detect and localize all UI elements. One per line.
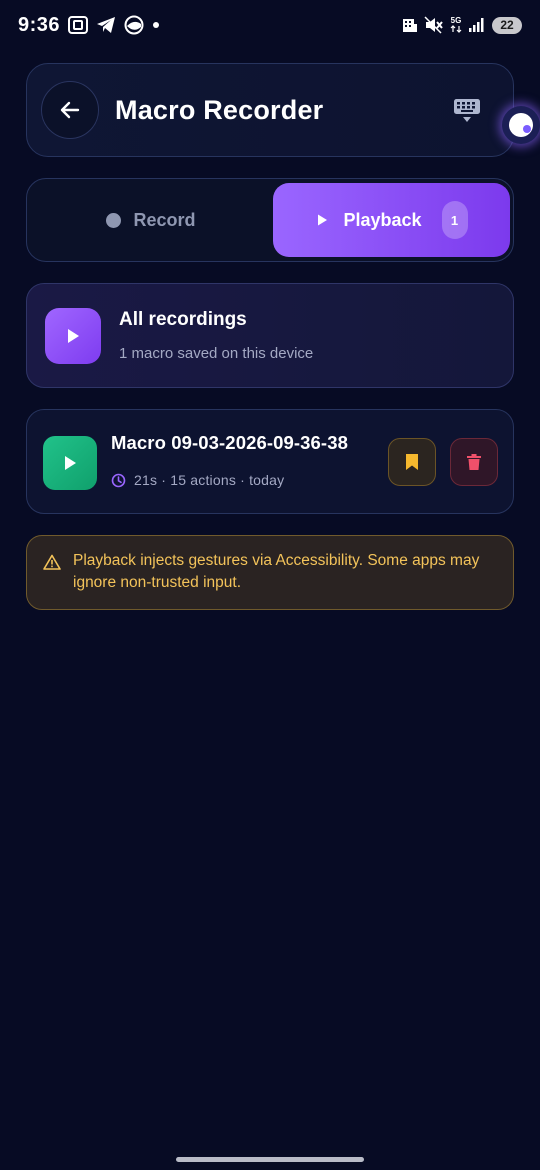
warning-text: Playback injects gestures via Accessibil… (73, 552, 480, 591)
tab-record[interactable]: Record (31, 183, 271, 257)
all-recordings-card[interactable]: All recordings 1 macro saved on this dev… (26, 283, 514, 388)
page-title: Macro Recorder (115, 94, 324, 125)
status-bar: 9:36 5G 22 (0, 0, 540, 50)
signal-icon (468, 17, 486, 33)
macro-list-item[interactable]: Macro 09-03-2026-09-36-38 21s · 15 actio… (26, 409, 514, 514)
clock-icon (111, 473, 126, 488)
warning-banner: Playback injects gestures via Accessibil… (26, 535, 514, 610)
macro-name: Macro 09-03-2026-09-36-38 (111, 432, 348, 453)
telegram-icon (96, 16, 116, 34)
tab-playback-label: Playback (343, 209, 422, 230)
battery-indicator: 22 (492, 16, 522, 34)
tab-record-label: Record (133, 209, 196, 230)
bookmark-button[interactable] (388, 438, 436, 486)
trash-icon (466, 453, 482, 471)
header-bar: Macro Recorder (26, 63, 514, 157)
all-recordings-title: All recordings (119, 309, 247, 330)
play-icon (65, 327, 81, 345)
play-icon (315, 213, 329, 227)
macro-meta: 21s · 15 actions · today (111, 472, 284, 488)
bubble-icon (509, 113, 533, 137)
warning-triangle-icon (43, 554, 61, 575)
play-icon (62, 454, 78, 472)
network-type-label: 5G (450, 16, 462, 25)
arrow-left-icon (59, 99, 81, 121)
mode-toggle: Record Playback 1 (26, 178, 514, 262)
tab-playback[interactable]: Playback 1 (273, 183, 510, 257)
mute-icon (424, 16, 444, 34)
floating-recorder-bubble[interactable] (502, 106, 540, 144)
macro-meta-text: 21s · 15 actions · today (134, 472, 285, 488)
screenshot-icon (68, 16, 89, 34)
app-notification-icon (124, 15, 144, 35)
play-macro-button[interactable] (43, 436, 97, 490)
bookmark-icon (405, 453, 419, 471)
keyboard-button[interactable] (453, 98, 481, 124)
work-profile-icon (402, 17, 418, 33)
delete-button[interactable] (450, 438, 498, 486)
all-recordings-subtitle: 1 macro saved on this device (119, 345, 314, 362)
network-type-icon: 5G (450, 17, 462, 33)
play-all-button[interactable] (45, 308, 101, 364)
keyboard-icon (453, 98, 481, 124)
record-dot-icon (106, 212, 122, 228)
home-indicator[interactable] (176, 1157, 364, 1162)
back-button[interactable] (41, 81, 99, 139)
playback-count-badge: 1 (441, 201, 468, 239)
status-time: 9:36 (18, 13, 61, 36)
more-notifications-icon (152, 21, 160, 29)
